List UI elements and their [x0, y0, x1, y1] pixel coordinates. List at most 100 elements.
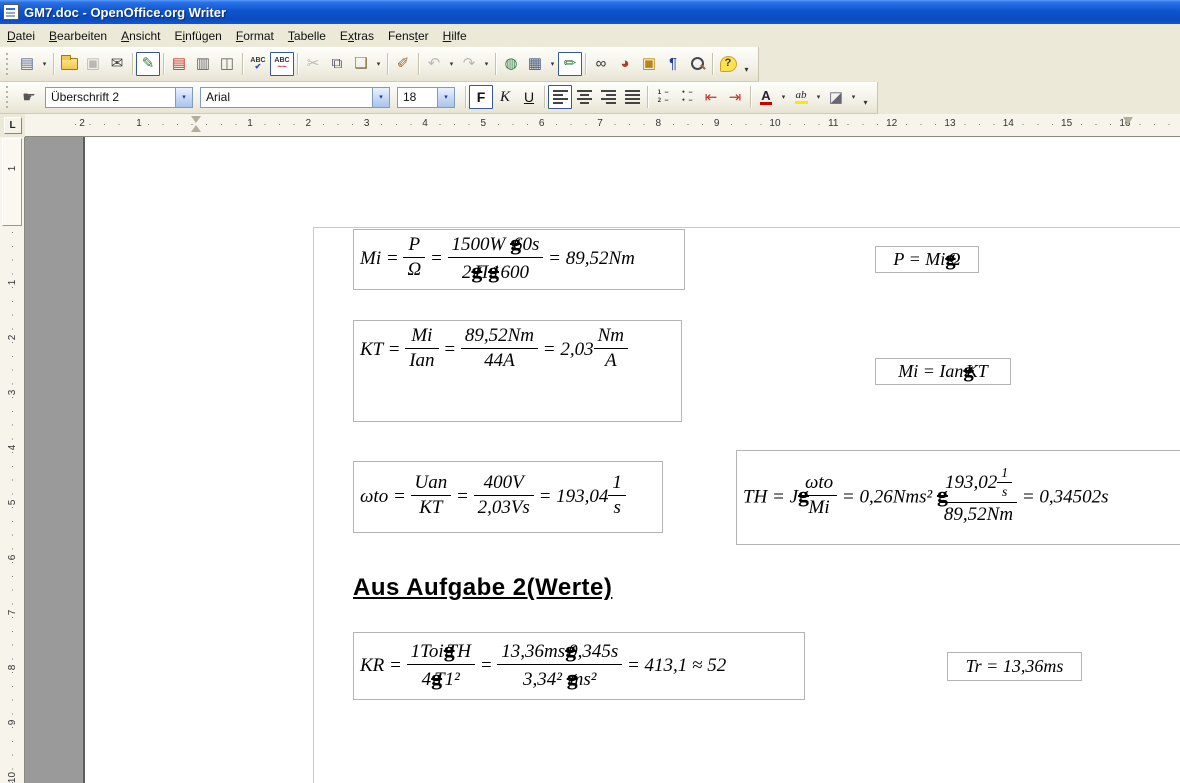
menu-item-bearbeiten[interactable]: Bearbeiten [42, 26, 114, 46]
print-button[interactable]: ▥ [191, 52, 215, 76]
undo-button-dropdown[interactable]: ▾ [446, 52, 457, 76]
paste-button-dropdown[interactable]: ▾ [373, 52, 384, 76]
menu-item-datei[interactable]: Datei [0, 26, 42, 46]
nonprinting-chars-button[interactable]: ¶ [661, 52, 685, 76]
background-color-button[interactable]: ◪ [824, 85, 848, 109]
formula-frame-p[interactable]: P = MigΩ [875, 246, 979, 273]
bullet-list-button[interactable]: • — • — [675, 85, 699, 109]
table-button[interactable]: ▦ [523, 52, 547, 76]
fraction-denominator: Mi [801, 496, 837, 519]
justify-icon [625, 90, 640, 104]
formula-frame-th[interactable]: TH = JgωtoMi = 0,26Nms² g193,021s89,52Nm… [736, 450, 1180, 545]
fraction: PΩ [403, 234, 425, 281]
italic-button[interactable]: K [493, 85, 517, 109]
ruler-number: 6 [536, 118, 548, 129]
align-left-button[interactable] [548, 85, 572, 109]
menu-item-format[interactable]: Format [229, 26, 281, 46]
redo-button-dropdown[interactable]: ▾ [481, 52, 492, 76]
formula-frame-mi[interactable]: Mi = PΩ = 1500W g60s2gΠg1600 = 89,52Nm [353, 229, 685, 290]
zoom-button[interactable] [685, 52, 709, 76]
document-page[interactable]: Mi = PΩ = 1500W g60s2gΠg1600 = 89,52Nm P… [85, 137, 1180, 783]
font-color-button-dropdown[interactable]: ▾ [778, 85, 789, 109]
align-right-button[interactable] [596, 85, 620, 109]
ruler-number: 1 [7, 156, 18, 181]
table-button-dropdown[interactable]: ▾ [547, 52, 558, 76]
hyperlink-globe-icon: ◍ [504, 56, 517, 71]
section-heading: Aus Aufgabe 2(Werte) [353, 574, 612, 602]
combo-dropdown-icon[interactable]: ▾ [175, 88, 192, 107]
edit-pencil-icon: ✎ [142, 56, 155, 71]
menu-item-extras[interactable]: Extras [333, 26, 381, 46]
highlight-button[interactable]: ab [789, 85, 813, 109]
draw-functions-button[interactable]: ✏ [558, 52, 582, 76]
format-paintbrush-button[interactable]: ✐ [391, 52, 415, 76]
toolbar-grip[interactable] [4, 86, 11, 108]
numbered-list-button[interactable]: 1 — 2 — [651, 85, 675, 109]
ruler-number: 2 [76, 118, 88, 129]
menu-item-ansicht[interactable]: Ansicht [114, 26, 167, 46]
gallery-button[interactable]: ▣ [637, 52, 661, 76]
paste-button[interactable]: ❑ [349, 52, 373, 76]
redo-button[interactable]: ↷ [457, 52, 481, 76]
fraction-denominator: 44A [461, 349, 538, 372]
align-center-button[interactable] [572, 85, 596, 109]
toolbar-grip[interactable] [4, 53, 11, 75]
background-color-button-dropdown[interactable]: ▾ [848, 85, 859, 109]
font-size-combo[interactable]: 18 ▾ [397, 87, 455, 108]
toolbar-separator [585, 53, 586, 75]
tab-type-selector[interactable]: L [0, 114, 25, 137]
help-button[interactable]: ? [716, 52, 740, 76]
format-buttons: FKU1 — 2 —• — • —⇤⇥A▾ab▾◪▾▾ [462, 85, 872, 109]
styles-window-button[interactable]: ☛ [17, 85, 41, 109]
menu-item-tabelle[interactable]: Tabelle [281, 26, 333, 46]
formula-frame-tr[interactable]: Tr = 13,36ms [947, 652, 1082, 681]
increase-indent-icon: ⇥ [729, 90, 742, 105]
underline-button[interactable]: U [517, 85, 541, 109]
bold-button[interactable]: F [469, 85, 493, 109]
tab-type-selector-glyph: L [4, 117, 22, 134]
find-replace-button[interactable]: ∞ [589, 52, 613, 76]
edit-file-button[interactable]: ✎ [136, 52, 160, 76]
fraction-denominator: Ian [405, 349, 438, 372]
gallery-picture-icon: ▣ [642, 56, 656, 71]
export-pdf-button[interactable]: ▤ [167, 52, 191, 76]
menu-item-hilfe[interactable]: Hilfe [436, 26, 474, 46]
open-button[interactable] [57, 52, 81, 76]
font-color-button[interactable]: A [754, 85, 778, 109]
decrease-indent-button[interactable]: ⇤ [699, 85, 723, 109]
left-indent-marker[interactable] [191, 116, 201, 133]
toolbar-overflow-button[interactable]: ▾ [740, 52, 753, 76]
copy-button[interactable]: ⧉ [325, 52, 349, 76]
font-name-combo[interactable]: Arial ▾ [200, 87, 390, 108]
autospellcheck-button[interactable]: ABC~~ [270, 52, 294, 76]
email-button[interactable]: ✉ [105, 52, 129, 76]
cut-button[interactable]: ✂ [301, 52, 325, 76]
justify-button[interactable] [620, 85, 644, 109]
navigator-button[interactable]: ◕ [613, 52, 637, 76]
menu-item-fenster[interactable]: Fenster [381, 26, 436, 46]
combo-dropdown-icon[interactable]: ▾ [437, 88, 454, 107]
standard-toolbar: ▤▾▣✉✎▤▥◫ABC✔ABC~~✂⧉❑▾✐↶▾↷▾◍▦▾✏∞◕▣¶?▾ [0, 47, 759, 82]
increase-indent-button[interactable]: ⇥ [723, 85, 747, 109]
new-document-button-dropdown[interactable]: ▾ [39, 52, 50, 76]
page-preview-button[interactable]: ◫ [215, 52, 239, 76]
formula-frame-kt[interactable]: KT = MiIan = 89,52Nm44A = 2,03NmA [353, 320, 682, 422]
formula-frame-wto[interactable]: ωto = UanKT = 400V2,03Vs = 193,041s [353, 461, 663, 533]
fraction: 1s [997, 465, 1012, 500]
right-margin-marker[interactable] [1123, 117, 1133, 127]
toolbar-overflow-button[interactable]: ▾ [859, 85, 872, 109]
paragraph-style-combo[interactable]: Überschrift 2 ▾ [45, 87, 193, 108]
highlight-button-dropdown[interactable]: ▾ [813, 85, 824, 109]
formula-frame-mi2[interactable]: Mi = IangKT [875, 358, 1011, 385]
formula-frame-kr[interactable]: KR = 1ToigTH4gT1² = 13,36msg0,345s3,34² … [353, 632, 805, 700]
save-button[interactable]: ▣ [81, 52, 105, 76]
new-document-button[interactable]: ▤ [15, 52, 39, 76]
toolbar-separator [387, 53, 388, 75]
hyperlink-button[interactable]: ◍ [499, 52, 523, 76]
new-document-icon: ▤ [20, 56, 34, 71]
combo-dropdown-icon[interactable]: ▾ [372, 88, 389, 107]
undo-button[interactable]: ↶ [422, 52, 446, 76]
menu-item-einfügen[interactable]: Einfügen [167, 26, 228, 46]
spellcheck-button[interactable]: ABC✔ [246, 52, 270, 76]
fraction-numerator: 1 [997, 465, 1012, 483]
